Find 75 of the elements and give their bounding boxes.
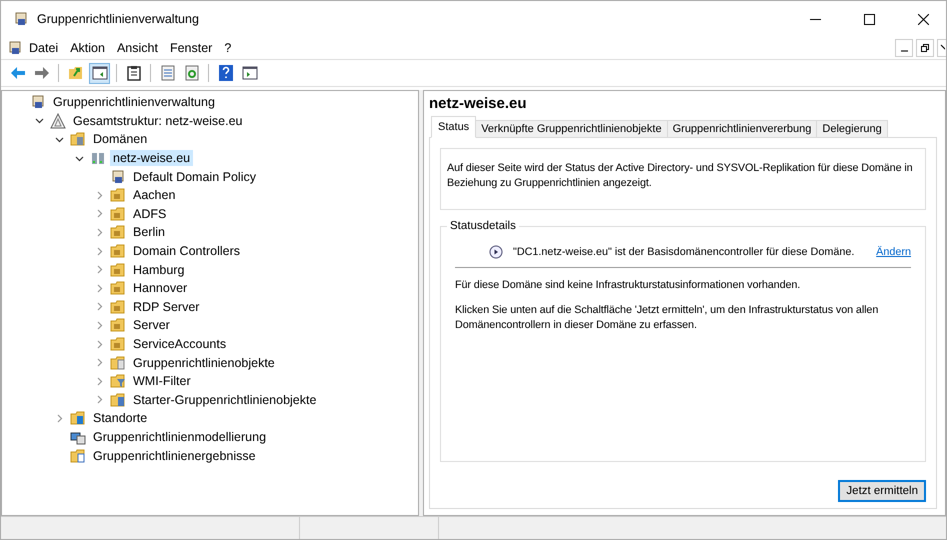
toolbar-button[interactable] <box>89 62 110 84</box>
change-link[interactable]: Ändern <box>876 246 911 258</box>
tree-item[interactable]: ADFS <box>130 206 170 222</box>
tree-item[interactable]: ServiceAccounts <box>130 336 230 352</box>
restore-button[interactable] <box>916 39 934 57</box>
folder-icon <box>110 280 126 296</box>
folder-icon <box>110 187 126 204</box>
domain-title: netz-weise.eu <box>429 95 528 112</box>
scroll-icon <box>30 94 46 110</box>
scroll-icon <box>7 40 23 56</box>
folder-icon <box>110 336 126 352</box>
menu-item[interactable]: Aktion <box>64 41 111 55</box>
menu-item[interactable]: ? <box>218 41 238 55</box>
server-icon <box>90 150 106 166</box>
tab[interactable]: Verknüpfte Gruppenrichtlinienobjekte <box>475 120 668 138</box>
play-circle-icon[interactable] <box>489 245 503 259</box>
tree-item[interactable]: Hamburg <box>130 262 188 278</box>
report-folder-icon <box>70 448 86 464</box>
tree-item[interactable]: Gruppenrichtlinienobjekte <box>130 354 278 371</box>
folder-icon <box>110 206 126 222</box>
tree-item[interactable]: Domänen <box>90 131 150 148</box>
tree-item[interactable]: Server <box>130 317 173 334</box>
window-title: Gruppenrichtlinienverwaltung <box>37 12 200 26</box>
restore-icon <box>921 44 929 52</box>
status-message: Klicken Sie unten auf die Schaltfläche 'Jetzt ermitteln', um den Infrastrukturstatus von allen Domänencontrollern in dieser Domäne zu erfassen. <box>455 303 880 333</box>
network-folder-icon <box>70 410 86 426</box>
tab[interactable]: Status <box>431 116 476 138</box>
close-button[interactable] <box>937 39 946 57</box>
group-title: Statusdetails <box>447 220 519 232</box>
tree-item[interactable]: Hannover <box>130 280 190 296</box>
tree-item[interactable]: Default Domain Policy <box>130 168 259 185</box>
tree-item[interactable]: Aachen <box>130 187 178 204</box>
folder-icon <box>110 243 126 260</box>
tree-item[interactable]: Berlin <box>130 224 168 240</box>
tree-item[interactable]: WMI-Filter <box>130 373 194 390</box>
scroll-icon <box>13 11 29 27</box>
tab[interactable]: Gruppenrichtlinienvererbung <box>666 120 818 138</box>
document-folder-icon <box>110 392 126 408</box>
menu-item[interactable]: Fenster <box>164 41 218 55</box>
menu-item[interactable]: Datei <box>23 41 64 55</box>
baseline-text: "DC1.netz-weise.eu" ist der Basisdomänencontroller für diese Domäne. <box>513 246 854 258</box>
tree-item[interactable]: Gruppenrichtlinienverwaltung <box>50 94 218 110</box>
status-message: Für diese Domäne sind keine Infrastrukturstatusinformationen vorhanden. <box>455 278 802 293</box>
folder-icon <box>110 317 126 334</box>
back-arrow-icon <box>10 66 26 80</box>
tab[interactable]: Delegierung <box>816 120 888 138</box>
tree-pane-icon <box>92 66 108 80</box>
menu-item[interactable]: Ansicht <box>110 41 164 55</box>
folder-icon <box>110 262 126 278</box>
list-icon <box>160 65 174 81</box>
folder-icon <box>110 224 126 240</box>
folder-icon <box>110 298 126 315</box>
forward-arrow-icon <box>34 66 50 80</box>
document-folder-icon <box>110 354 126 371</box>
tree-item[interactable]: Gesamtstruktur: netz-weise.eu <box>70 112 246 129</box>
action-pane-icon <box>242 66 258 80</box>
clipboard-icon <box>126 65 140 81</box>
folder-up-icon <box>68 65 84 81</box>
tree-item[interactable]: Gruppenrichtlinienmodellierung <box>90 428 270 445</box>
tree-item[interactable]: Gruppenrichtlinienergebnisse <box>90 448 259 464</box>
tree-item[interactable]: netz-weise.eu <box>110 150 194 166</box>
tree-item[interactable]: Standorte <box>90 410 150 426</box>
maximize-icon <box>864 14 874 24</box>
scroll-icon <box>110 168 126 185</box>
tree-item[interactable]: Domain Controllers <box>130 243 243 260</box>
server-folder-icon <box>70 131 86 148</box>
description-text: Auf dieser Seite wird der Status der Active Directory- und SYSVOL-Replikation für diese Domäne in Beziehung zu Gruppenrichtlinien angezeigt. <box>440 148 926 210</box>
detect-button[interactable]: Jetzt ermitteln <box>838 480 926 502</box>
tree-item[interactable]: RDP Server <box>130 298 202 315</box>
filter-folder-icon <box>110 373 126 390</box>
minimize-button[interactable] <box>895 39 913 57</box>
triangle-icon <box>50 112 66 129</box>
tree-item[interactable]: Starter-Gruppenrichtlinienobjekte <box>130 392 320 408</box>
help-icon <box>218 65 232 81</box>
refresh-icon <box>184 65 198 81</box>
